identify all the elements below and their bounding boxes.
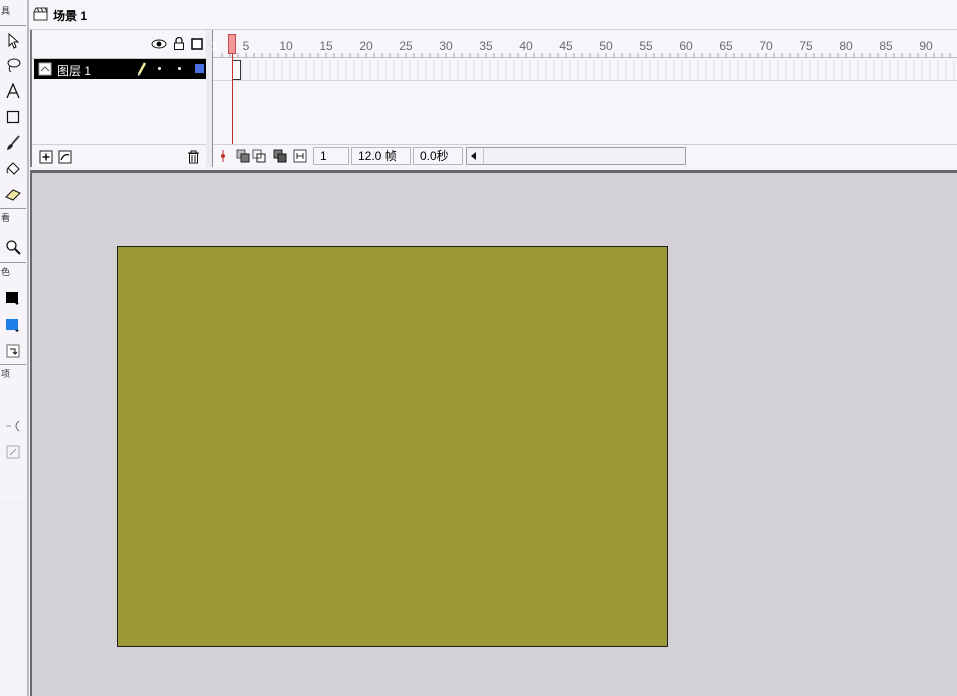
tools-panel: 具 看 色 项	[0, 0, 29, 500]
fill-color-button[interactable]	[2, 314, 24, 336]
lock-icon[interactable]	[173, 37, 185, 50]
layer-name[interactable]: 图层 1	[57, 62, 91, 79]
divider	[0, 364, 26, 365]
frame-ruler[interactable]: 1 5 10 15 20 25 30 35 40 45 50 55 60 65 …	[212, 30, 957, 58]
onion-skin-outlines-icon[interactable]	[252, 149, 266, 163]
layer-row[interactable]: 图层 1	[34, 59, 206, 79]
lasso-icon	[5, 57, 21, 73]
add-layer-icon[interactable]	[39, 150, 53, 164]
straighten-icon	[5, 444, 21, 460]
pencil-icon	[137, 62, 147, 76]
colors-panel-label: 色	[1, 268, 11, 278]
brush-icon	[5, 135, 21, 151]
options-panel-label: 项	[1, 370, 11, 380]
playhead[interactable]	[228, 34, 236, 54]
swap-colors-icon	[6, 344, 20, 358]
swap-colors-button[interactable]	[2, 340, 24, 362]
view-panel-label: 看	[1, 214, 11, 224]
layer-color-swatch[interactable]	[195, 64, 204, 73]
stroke-color-button[interactable]	[2, 287, 24, 309]
stage-canvas[interactable]	[117, 246, 668, 647]
arrow-icon	[6, 33, 20, 49]
center-frame-icon[interactable]	[216, 149, 230, 163]
text-tool-button[interactable]	[2, 80, 24, 102]
fill-color-icon	[5, 317, 21, 333]
text-icon	[5, 83, 21, 99]
rectangle-tool-button[interactable]	[2, 106, 24, 128]
paint-bucket-icon	[5, 161, 21, 177]
lasso-tool-button[interactable]	[2, 54, 24, 76]
frames-panel: 1 5 10 15 20 25 30 35 40 45 50 55 60 65 …	[212, 30, 957, 168]
playhead-line	[232, 54, 233, 144]
zoom-tool-button[interactable]	[2, 236, 24, 258]
timeline-panel: 图层 1 1 5 10 15 20 25 30 35 40 45 50 55 6…	[30, 30, 957, 167]
outline-icon[interactable]	[191, 38, 203, 50]
eraser-tool-button[interactable]	[2, 184, 24, 206]
tools-panel-bottom	[0, 500, 29, 696]
lock-dot[interactable]	[178, 67, 181, 70]
smooth-icon	[5, 419, 21, 433]
scene-title[interactable]: 场景 1	[53, 7, 87, 24]
trash-icon[interactable]	[187, 150, 200, 164]
add-guide-layer-icon[interactable]	[58, 150, 72, 164]
timeline-footer: 1 12.0 帧 0.0秒	[213, 144, 957, 168]
zoom-icon	[5, 239, 21, 255]
elapsed-time-field: 0.0秒	[413, 147, 463, 165]
tools-panel-label: 具	[1, 7, 11, 17]
divider	[0, 208, 26, 209]
frame-cells	[232, 60, 955, 80]
modify-onion-markers-icon[interactable]	[293, 149, 307, 163]
layer-icon	[38, 62, 52, 76]
frame-rate-field: 12.0 帧	[351, 147, 411, 165]
divider	[0, 262, 26, 263]
visibility-dot[interactable]	[158, 67, 161, 70]
straighten-button[interactable]	[2, 441, 24, 463]
smooth-button[interactable]	[2, 415, 24, 437]
scene-icon	[33, 7, 49, 21]
stroke-color-icon	[5, 290, 21, 306]
layer-panel: 图层 1	[30, 30, 209, 167]
onion-skin-icon[interactable]	[236, 149, 250, 163]
timeline-horizontal-scrollbar[interactable]	[466, 147, 686, 165]
scroll-track[interactable]	[483, 148, 686, 164]
scene-bar: 场景 1	[29, 0, 957, 30]
eye-icon[interactable]	[151, 38, 167, 50]
edit-multiple-frames-icon[interactable]	[273, 149, 287, 163]
scroll-left-icon[interactable]	[469, 151, 479, 161]
arrow-tool-button[interactable]	[2, 30, 24, 52]
eraser-icon	[5, 188, 21, 202]
rectangle-icon	[6, 110, 20, 124]
divider	[0, 25, 26, 26]
layer-header	[32, 30, 208, 59]
brush-tool-button[interactable]	[2, 132, 24, 154]
ruler-number: 1	[211, 39, 219, 53]
current-frame-field: 1	[313, 147, 349, 165]
paint-bucket-tool-button[interactable]	[2, 158, 24, 180]
ruler-ticks	[221, 53, 951, 57]
layer-frame-strip[interactable]	[213, 60, 957, 81]
layer-footer	[32, 144, 208, 168]
